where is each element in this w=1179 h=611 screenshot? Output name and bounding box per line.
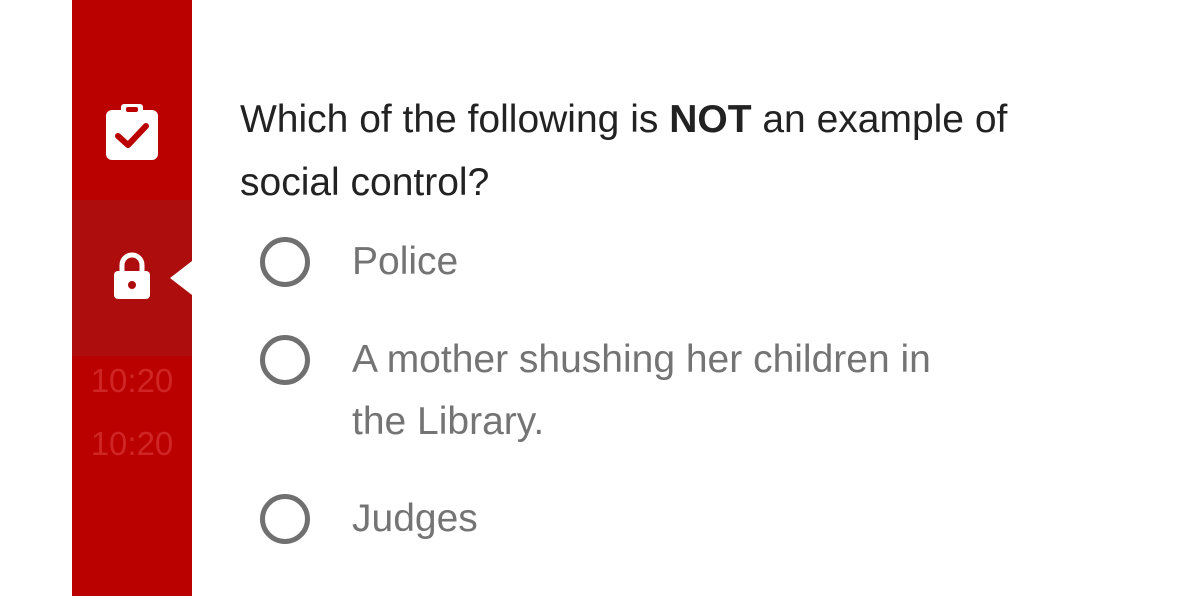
radio-button[interactable] — [260, 335, 310, 385]
option-label: Police — [352, 240, 459, 283]
question-text: Which of the following is NOT an example… — [240, 98, 1008, 204]
option-label: Judges — [352, 497, 478, 540]
answer-option[interactable]: Police — [260, 234, 1020, 293]
radio-button[interactable] — [260, 237, 310, 287]
lock-icon — [112, 252, 152, 305]
option-label: A mother shushing her children in the Li… — [352, 338, 931, 443]
radio-button[interactable] — [260, 494, 310, 544]
clipboard-check-icon — [104, 103, 160, 167]
timestamp: 10:20 — [90, 425, 174, 462]
answer-option[interactable]: A mother shushing her children in the Li… — [260, 332, 1020, 453]
answer-option[interactable]: Judges — [260, 491, 1020, 550]
timestamp: 10:20 — [90, 362, 174, 399]
sidebar-item-lock[interactable] — [72, 200, 192, 356]
sidebar-item-quiz[interactable] — [72, 70, 192, 200]
active-indicator — [170, 261, 192, 295]
sidebar: 10:20 10:20 — [72, 0, 192, 596]
question-emphasis: NOT — [669, 98, 752, 141]
